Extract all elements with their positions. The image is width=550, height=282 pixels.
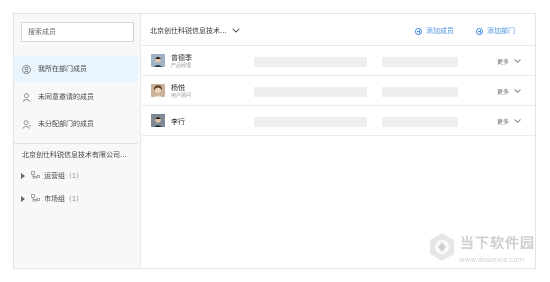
org-name[interactable]: 北京创仕科锐信息技术有限公司... <box>22 150 127 160</box>
sidebar-item-my-department[interactable]: 我所在部门成员 <box>14 56 138 82</box>
department-selector[interactable]: 北京创仕科锐信息技术... <box>150 26 240 36</box>
chevron-down-icon <box>514 88 521 95</box>
expand-arrow-icon[interactable] <box>21 196 25 202</box>
plus-circle-icon <box>415 27 422 35</box>
chevron-down-icon <box>514 58 521 65</box>
member-title: 产品经理 <box>171 63 192 69</box>
add-department-label: 添加部门 <box>487 27 515 35</box>
info-placeholder <box>254 57 367 67</box>
user-icon <box>22 92 31 102</box>
info-placeholder <box>382 87 458 97</box>
avatar <box>151 53 165 67</box>
more-menu-button[interactable]: 更多 <box>497 117 521 126</box>
group-name: 运营组 <box>44 172 65 180</box>
avatar <box>151 83 165 97</box>
add-member-label: 添加成员 <box>426 27 454 35</box>
watermark-url: www.downxia.com <box>459 256 525 264</box>
sidebar-group-operations[interactable]: 运营组 (1) <box>21 171 79 181</box>
info-placeholder <box>382 57 458 67</box>
member-title: 用户顾问 <box>171 93 192 99</box>
expand-arrow-icon[interactable] <box>21 173 25 179</box>
org-chart-icon <box>31 171 40 181</box>
department-name: 北京创仕科锐信息技术... <box>150 27 227 35</box>
user-circle-icon <box>22 64 31 74</box>
member-panel: 北京创仕科锐信息技术... 添加成员 添加部门 曾德季 产品经理 更多 杨悦 用… <box>142 14 535 268</box>
more-label: 更多 <box>496 119 509 126</box>
member-row[interactable]: 杨悦 用户顾问 更多 <box>142 77 535 106</box>
more-menu-button[interactable]: 更多 <box>497 87 521 96</box>
info-placeholder <box>254 117 367 127</box>
more-menu-button[interactable]: 更多 <box>497 57 521 66</box>
chevron-down-icon <box>232 27 240 35</box>
more-label: 更多 <box>496 59 509 66</box>
sidebar-item-label: 未同意邀请的成员 <box>38 93 94 101</box>
add-department-button[interactable]: 添加部门 <box>476 26 515 36</box>
watermark-logo-icon <box>428 232 456 266</box>
sidebar-item-pending-invites[interactable]: 未同意邀请的成员 <box>14 84 138 110</box>
sidebar-item-label: 未分配部门的成员 <box>38 120 94 128</box>
watermark-brand: 当下软件园 <box>460 236 535 252</box>
avatar <box>151 113 165 127</box>
more-label: 更多 <box>496 89 509 96</box>
member-name: 李行 <box>171 118 185 126</box>
info-placeholder <box>382 117 458 127</box>
sidebar-divider <box>14 143 138 144</box>
sidebar-item-unassigned[interactable]: 未分配部门的成员 <box>14 111 138 137</box>
member-row[interactable]: 李行 更多 <box>142 107 535 136</box>
chevron-down-icon <box>514 118 521 125</box>
add-member-button[interactable]: 添加成员 <box>415 26 454 36</box>
sidebar-item-label: 我所在部门成员 <box>38 65 87 73</box>
plus-circle-icon <box>476 27 483 35</box>
group-count: (1) <box>69 195 79 203</box>
toolbar: 北京创仕科锐信息技术... 添加成员 添加部门 <box>142 14 535 46</box>
member-row[interactable]: 曾德季 产品经理 更多 <box>142 47 535 76</box>
sidebar: 我所在部门成员 未同意邀请的成员 未分配部门的成员 北京创仕科锐信息技术有限公司… <box>14 14 141 268</box>
sidebar-group-marketing[interactable]: 市场组 (1) <box>21 194 79 204</box>
app-window: 我所在部门成员 未同意邀请的成员 未分配部门的成员 北京创仕科锐信息技术有限公司… <box>13 13 536 269</box>
group-count: (1) <box>69 172 79 180</box>
org-chart-icon <box>31 194 40 204</box>
search-input[interactable] <box>21 22 134 42</box>
info-placeholder <box>254 87 367 97</box>
user-plus-icon <box>22 119 31 129</box>
group-name: 市场组 <box>44 195 65 203</box>
